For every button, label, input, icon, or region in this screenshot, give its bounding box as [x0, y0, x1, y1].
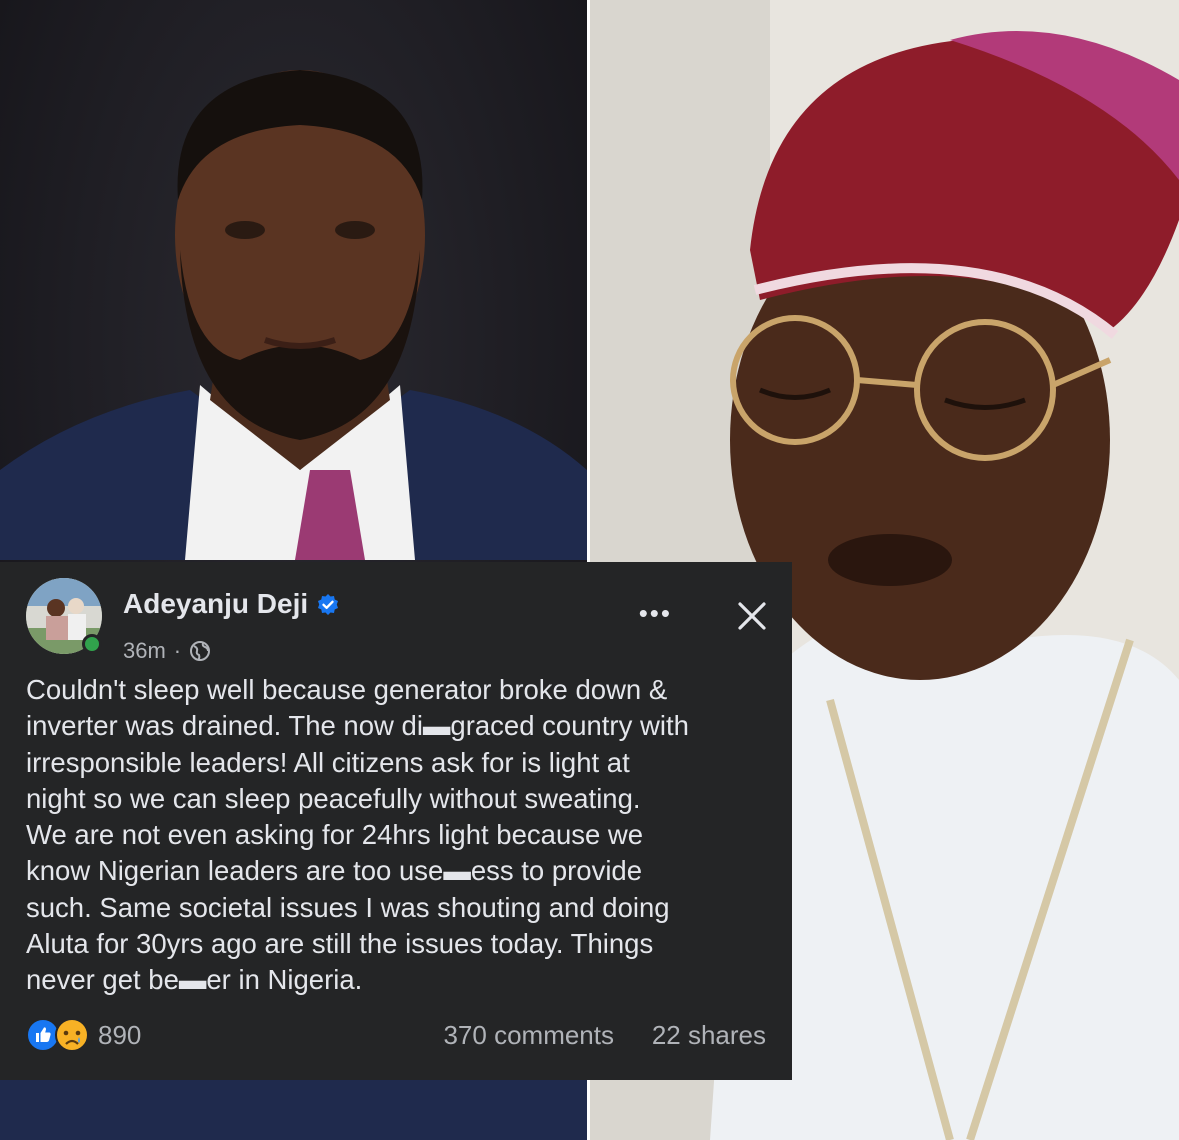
post-text: Couldn't sleep well because generator br… — [26, 674, 689, 996]
comments-count-link[interactable]: 370 comments — [443, 1020, 614, 1051]
sad-icon — [55, 1018, 89, 1052]
reaction-icons[interactable] — [26, 1018, 92, 1052]
post-footer: 890 370 comments 22 shares — [26, 1014, 766, 1054]
reaction-count[interactable]: 890 — [98, 1020, 141, 1051]
post-meta: 36m · — [123, 638, 211, 664]
post-time[interactable]: 36m — [123, 638, 166, 664]
facebook-post-card: Adeyanju Deji 36m · ••• Couldn't sleep w… — [0, 562, 792, 1080]
globe-icon — [189, 640, 211, 662]
online-status-dot — [82, 634, 102, 654]
shares-count-link[interactable]: 22 shares — [652, 1020, 766, 1051]
like-icon — [26, 1018, 60, 1052]
more-options-button[interactable]: ••• — [639, 598, 672, 629]
author-name[interactable]: Adeyanju Deji — [123, 588, 308, 620]
post-header: Adeyanju Deji 36m · ••• — [26, 578, 772, 663]
meta-separator: · — [173, 638, 182, 663]
close-icon[interactable] — [732, 596, 772, 636]
verified-badge-icon — [316, 592, 340, 616]
